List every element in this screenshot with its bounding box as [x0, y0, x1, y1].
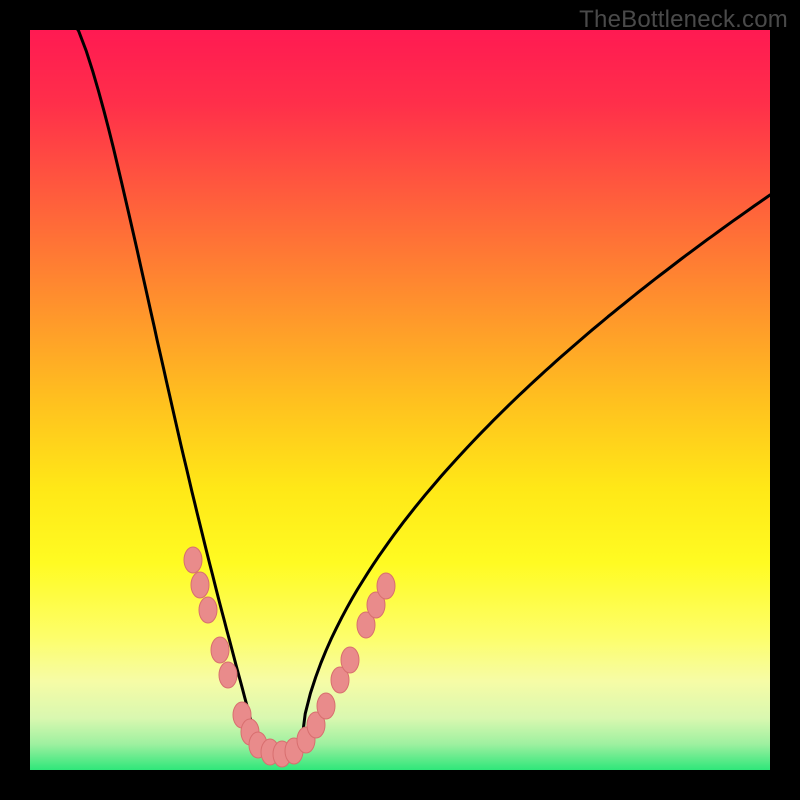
curve-bead	[191, 572, 209, 598]
curve-beads-right	[297, 573, 395, 753]
curve-bead	[211, 637, 229, 663]
curve-bead	[317, 693, 335, 719]
curve-bead	[184, 547, 202, 573]
curve-beads-left	[184, 547, 303, 767]
curve-bead	[219, 662, 237, 688]
bottleneck-curve	[65, 10, 770, 755]
bottleneck-curve-layer	[30, 30, 770, 770]
curve-bead	[199, 597, 217, 623]
curve-bead	[341, 647, 359, 673]
chart-stage: TheBottleneck.com	[0, 0, 800, 800]
curve-bead	[377, 573, 395, 599]
